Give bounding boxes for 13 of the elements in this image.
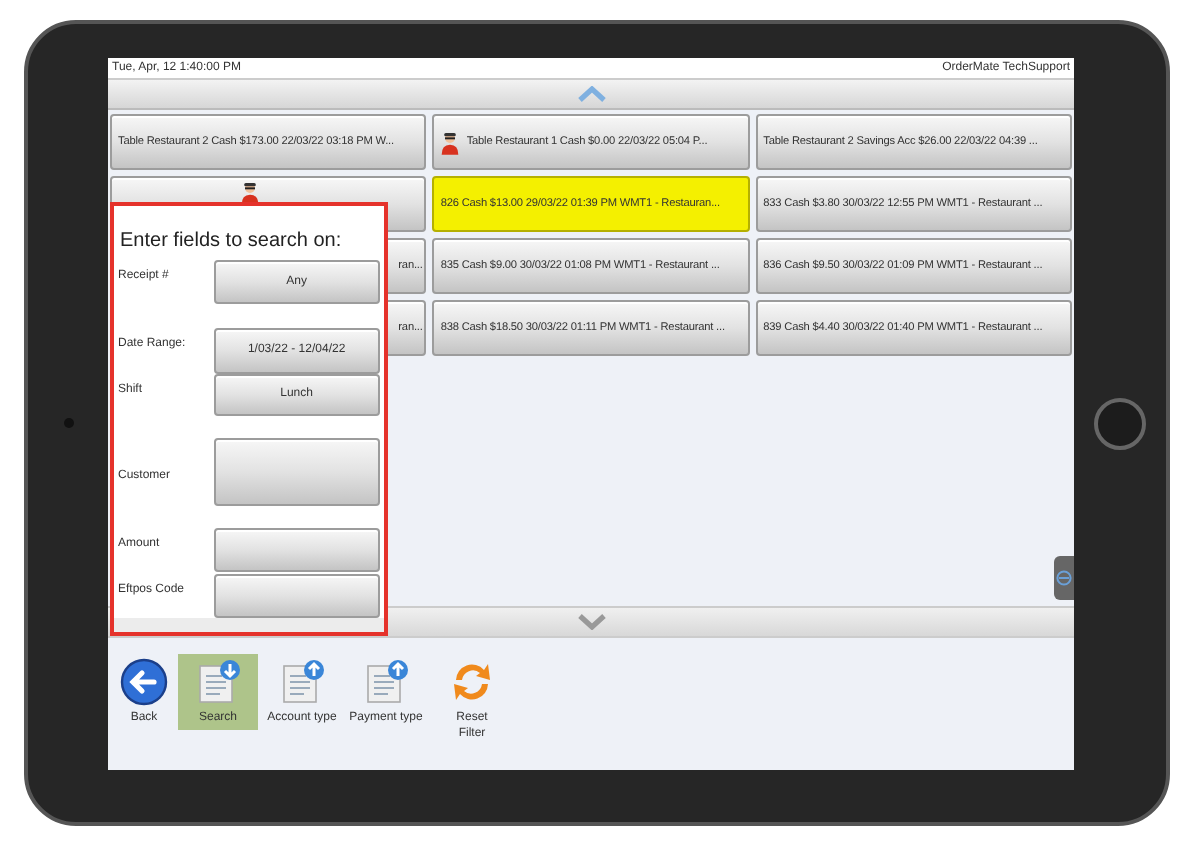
chevron-down-icon[interactable] (577, 614, 605, 630)
side-tab[interactable] (1054, 556, 1074, 600)
chevron-up-icon[interactable] (577, 86, 605, 102)
home-button[interactable] (1094, 397, 1146, 449)
document-icon (362, 658, 410, 706)
document-icon (278, 658, 326, 706)
field-button[interactable] (213, 528, 380, 572)
person-icon (440, 129, 461, 155)
panel-title: Enter fields to search on: (120, 228, 342, 256)
scroll-up-bar[interactable] (108, 80, 1074, 110)
document-icon (194, 658, 242, 706)
field-button[interactable] (213, 574, 380, 618)
field-button[interactable] (213, 438, 380, 506)
